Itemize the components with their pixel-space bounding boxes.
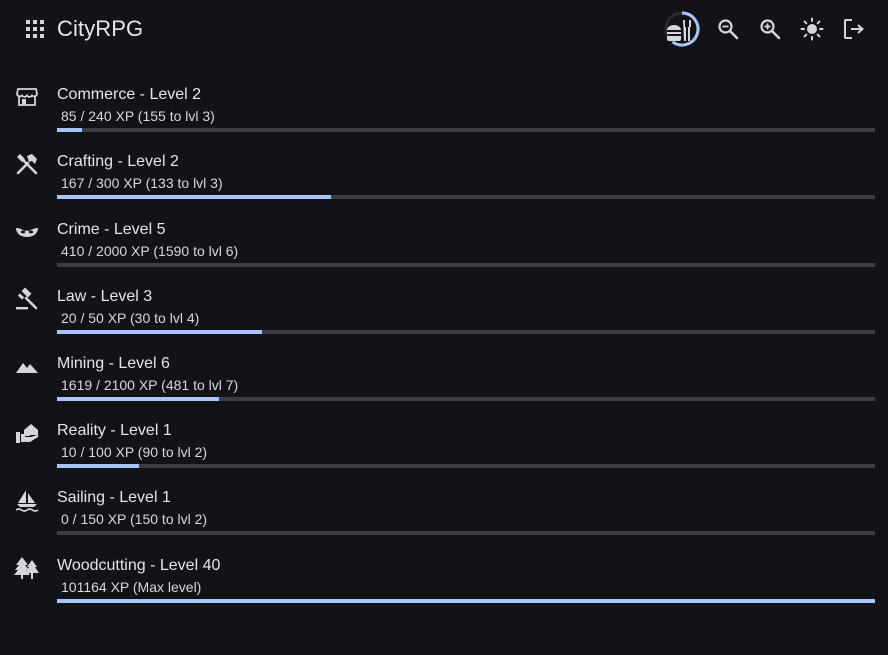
skill-name: Crafting - Level 2	[57, 153, 179, 170]
brightness-icon[interactable]	[798, 15, 826, 43]
skill-progress-fill	[57, 464, 139, 468]
skill-xp: 410 / 2000 XP (1590 to lvl 6)	[61, 243, 239, 259]
skill-progress-bar	[57, 195, 875, 199]
app-title: CityRPG	[57, 16, 144, 41]
food-icon[interactable]	[664, 8, 704, 50]
skill-progress-fill	[57, 128, 82, 132]
skill-progress-fill	[57, 330, 262, 334]
skill-progress-bar	[57, 263, 875, 267]
skill-progress-bar	[57, 397, 875, 401]
house-hand-icon	[14, 420, 40, 446]
top-app-bar: CityRPG	[0, 0, 888, 60]
tools-icon	[14, 151, 40, 177]
skill-progress-fill	[57, 195, 332, 199]
skill-xp: 20 / 50 XP (30 to lvl 4)	[61, 310, 200, 326]
zoom-out-icon[interactable]	[714, 15, 742, 43]
trees-icon	[14, 555, 40, 581]
skill-xp: 10 / 100 XP (90 to lvl 2)	[61, 444, 208, 460]
skill-item-crafting: Crafting - Level 2 167 / 300 XP (133 to …	[0, 147, 888, 203]
skill-xp: 0 / 150 XP (150 to lvl 2)	[61, 511, 208, 527]
skill-item-commerce: Commerce - Level 2 85 / 240 XP (155 to l…	[0, 80, 888, 136]
gavel-icon	[14, 286, 40, 312]
skill-item-crime: Crime - Level 5 410 / 2000 XP (1590 to l…	[0, 215, 888, 271]
skill-xp: 85 / 240 XP (155 to lvl 3)	[61, 108, 215, 124]
skill-progress-fill	[57, 599, 875, 603]
apps-icon[interactable]	[23, 17, 47, 41]
zoom-in-icon[interactable]	[756, 15, 784, 43]
skill-item-law: Law - Level 3 20 / 50 XP (30 to lvl 4)	[0, 282, 888, 338]
skill-item-sailing: Sailing - Level 1 0 / 150 XP (150 to lvl…	[0, 483, 888, 539]
skill-progress-bar	[57, 128, 875, 132]
skill-progress-fill	[57, 397, 219, 401]
skill-item-woodcutting: Woodcutting - Level 40 101164 XP (Max le…	[0, 551, 888, 607]
skill-name: Crime - Level 5	[57, 221, 166, 238]
skill-xp: 167 / 300 XP (133 to lvl 3)	[61, 175, 223, 191]
sailboat-icon	[14, 487, 40, 513]
skill-name: Reality - Level 1	[57, 422, 172, 439]
logout-icon[interactable]	[840, 15, 868, 43]
mountain-icon	[14, 353, 40, 379]
app-root: CityRPG Commerce - Level 2 85 / 240 XP (…	[0, 0, 888, 655]
skill-xp: 1619 / 2100 XP (481 to lvl 7)	[61, 377, 239, 393]
skill-progress-bar	[57, 464, 875, 468]
skill-name: Mining - Level 6	[57, 355, 170, 372]
skill-name: Commerce - Level 2	[57, 86, 202, 103]
skill-progress-bar	[57, 531, 875, 535]
skill-item-reality: Reality - Level 1 10 / 100 XP (90 to lvl…	[0, 416, 888, 472]
skill-xp: 101164 XP (Max level)	[61, 579, 202, 595]
skill-name: Law - Level 3	[57, 288, 153, 305]
skill-name: Woodcutting - Level 40	[57, 557, 221, 574]
skill-item-mining: Mining - Level 6 1619 / 2100 XP (481 to …	[0, 349, 888, 405]
skill-progress-bar	[57, 330, 875, 334]
store-icon	[14, 84, 40, 110]
skill-name: Sailing - Level 1	[57, 489, 171, 506]
mask-icon	[14, 219, 40, 245]
skill-progress-bar	[57, 599, 875, 603]
